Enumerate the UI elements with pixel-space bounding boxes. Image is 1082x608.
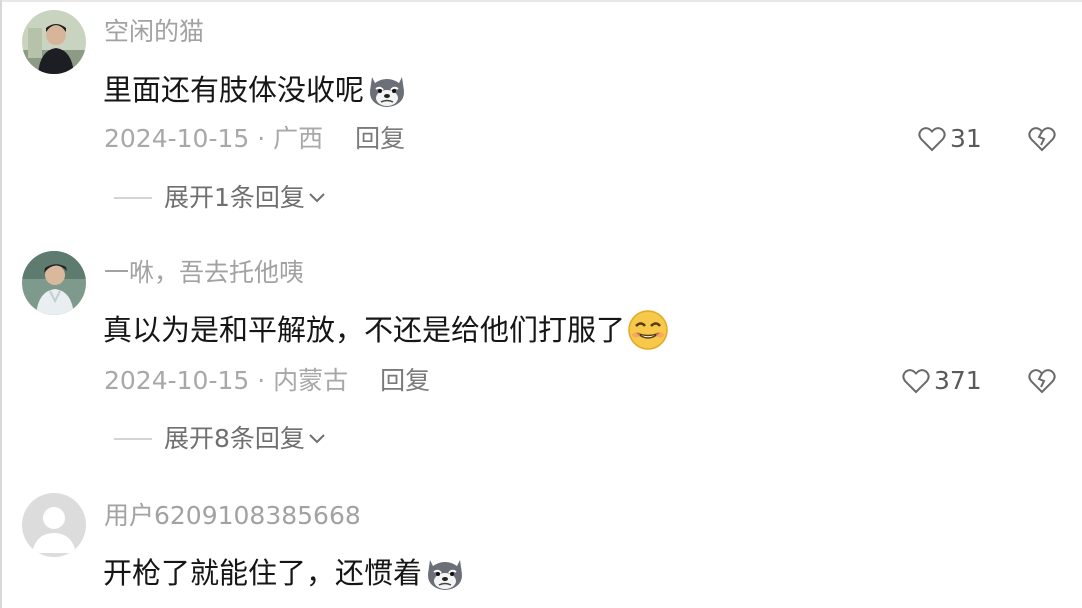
broken-heart-icon[interactable] [1028,125,1056,153]
comment-text: 真以为是和平解放，不还是给他们打服了 [103,309,669,351]
heart-icon [902,369,930,394]
chevron-down-icon [309,434,325,444]
username[interactable]: 空闲的猫 [104,17,204,47]
comment-date: 2024-10-15 [104,366,250,395]
husky-emoji-icon [428,560,463,590]
meta-separator: · [257,366,266,395]
comment-text-content: 真以为是和平解放，不还是给他们打服了 [103,313,626,347]
comment-text-content: 开枪了就能住了，还惯着 [103,556,423,590]
like-count: 371 [934,366,982,395]
comment-date: 2024-10-15 [104,124,250,153]
expand-replies-button[interactable]: 展开8条回复 [114,424,327,454]
expand-replies-button[interactable]: 展开1条回复 [114,183,327,213]
expand-replies-label: 展开1条回复 [164,183,305,212]
smirk-emoji-icon [628,310,668,350]
comment-location: 内蒙古 [273,366,349,395]
like-count: 31 [950,124,982,153]
heart-icon [918,127,946,152]
broken-heart-icon[interactable] [1028,367,1056,395]
husky-emoji-icon [370,77,405,107]
avatar[interactable] [22,10,86,74]
comment-text: 里面还有肢体没收呢 [103,69,408,111]
like-button[interactable]: 31 [918,124,982,154]
comment-meta: 2024-10-15 · 广西 回复 [104,124,405,154]
reply-button[interactable]: 回复 [355,124,405,153]
comment-text: 开枪了就能住了，还惯着 [103,552,466,594]
expand-dash [114,197,152,199]
username[interactable]: 一咻，吾去托他咦 [104,258,304,288]
username[interactable]: 用户6209108385668 [104,501,361,531]
reply-button[interactable]: 回复 [380,366,430,395]
expand-dash [114,438,152,440]
comment-meta: 2024-10-15 · 内蒙古 回复 [104,366,430,396]
comment-location: 广西 [273,124,324,153]
like-button[interactable]: 371 [902,366,982,396]
top-divider [0,0,1082,2]
meta-separator: · [257,124,266,153]
avatar[interactable] [22,251,86,315]
chevron-down-icon [309,193,325,203]
left-edge [0,0,2,608]
default-avatar[interactable] [22,493,86,557]
expand-replies-label: 展开8条回复 [164,424,305,453]
comment-text-content: 里面还有肢体没收呢 [103,73,365,107]
